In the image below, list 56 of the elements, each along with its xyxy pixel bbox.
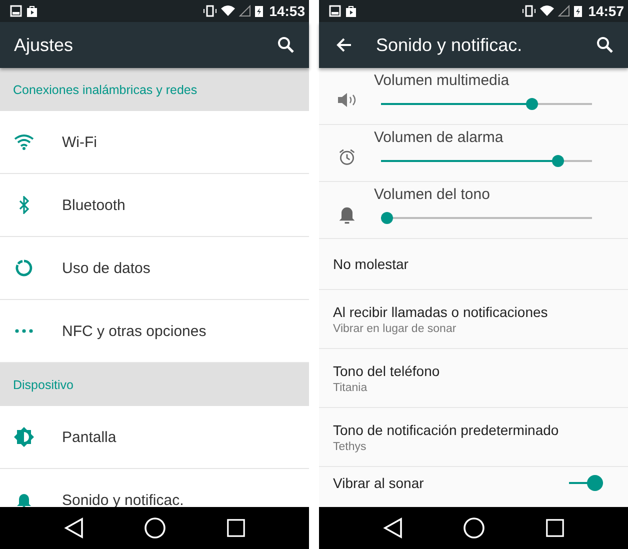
wifi-icon: [14, 134, 34, 150]
settings-item[interactable]: Tono del teléfono Titania: [319, 349, 628, 408]
signal-icon: [558, 5, 570, 17]
item-title: Al recibir llamadas o notificaciones: [333, 304, 549, 320]
settings-item[interactable]: NFC y otras opciones: [0, 300, 309, 363]
settings-item[interactable]: Bluetooth: [0, 174, 309, 237]
toolbar-title: Sonido y notificac.: [376, 34, 524, 56]
battery-icon: [574, 5, 582, 17]
image-icon: [10, 5, 22, 17]
clock-time: 14:53: [269, 3, 305, 19]
data-usage-icon: [15, 259, 33, 277]
speaker-icon: [336, 92, 356, 108]
back-icon[interactable]: [64, 517, 84, 539]
toolbar-title: Ajustes: [14, 34, 74, 56]
slider-label: Volumen del tono: [374, 186, 491, 203]
item-title: Tono de notificación predeterminado: [333, 422, 560, 438]
item-title: No molestar: [333, 256, 410, 272]
brightness-icon: [14, 427, 34, 447]
recents-icon[interactable]: [546, 519, 564, 537]
item-title: Vibrar al sonar: [333, 475, 424, 491]
toggle-switch[interactable]: [569, 475, 603, 491]
item-summary: Vibrar en lugar de sonar: [333, 322, 458, 334]
alarm-clock-icon: [338, 148, 356, 166]
battery-icon: [255, 5, 264, 17]
vibrate-icon: [203, 5, 218, 17]
shopping-bag-icon: [26, 5, 38, 17]
wifi-icon: [540, 5, 554, 17]
wifi-icon: [221, 5, 236, 17]
image-icon: [329, 5, 341, 17]
settings-item[interactable]: Wi-Fi: [0, 111, 309, 174]
home-icon[interactable]: [463, 517, 486, 539]
signal-icon: [239, 5, 252, 17]
section-header: Dispositivo: [0, 363, 309, 406]
item-summary: Tethys: [333, 440, 368, 452]
item-title: Tono del teléfono: [333, 362, 441, 378]
settings-item[interactable]: Pantalla: [0, 406, 309, 469]
recents-icon[interactable]: [226, 519, 245, 537]
search-icon[interactable]: [596, 36, 614, 54]
bell-icon: [16, 491, 32, 507]
shopping-bag-icon: [345, 5, 357, 17]
item-summary: Titania: [333, 382, 368, 394]
settings-item[interactable]: No molestar: [319, 239, 628, 290]
slider-label: Volumen multimedia: [374, 72, 510, 89]
settings-item[interactable]: Al recibir llamadas o notificaciones Vibrar en lugar de sonar: [319, 290, 628, 349]
vibrate-icon: [522, 5, 536, 17]
back-arrow-icon[interactable]: [336, 37, 352, 53]
home-icon[interactable]: [144, 517, 166, 539]
more-dots-icon: [15, 329, 33, 333]
search-icon[interactable]: [277, 36, 295, 54]
settings-item[interactable]: Tono de notificación predeterminado Tethys: [319, 408, 628, 467]
section-header: Conexiones inalámbricas y redes: [0, 68, 309, 111]
clock-time: 14:57: [588, 3, 624, 19]
slider-label: Volumen de alarma: [374, 129, 504, 146]
settings-item[interactable]: Uso de datos: [0, 237, 309, 300]
bluetooth-icon: [18, 196, 30, 214]
back-icon[interactable]: [383, 517, 404, 539]
